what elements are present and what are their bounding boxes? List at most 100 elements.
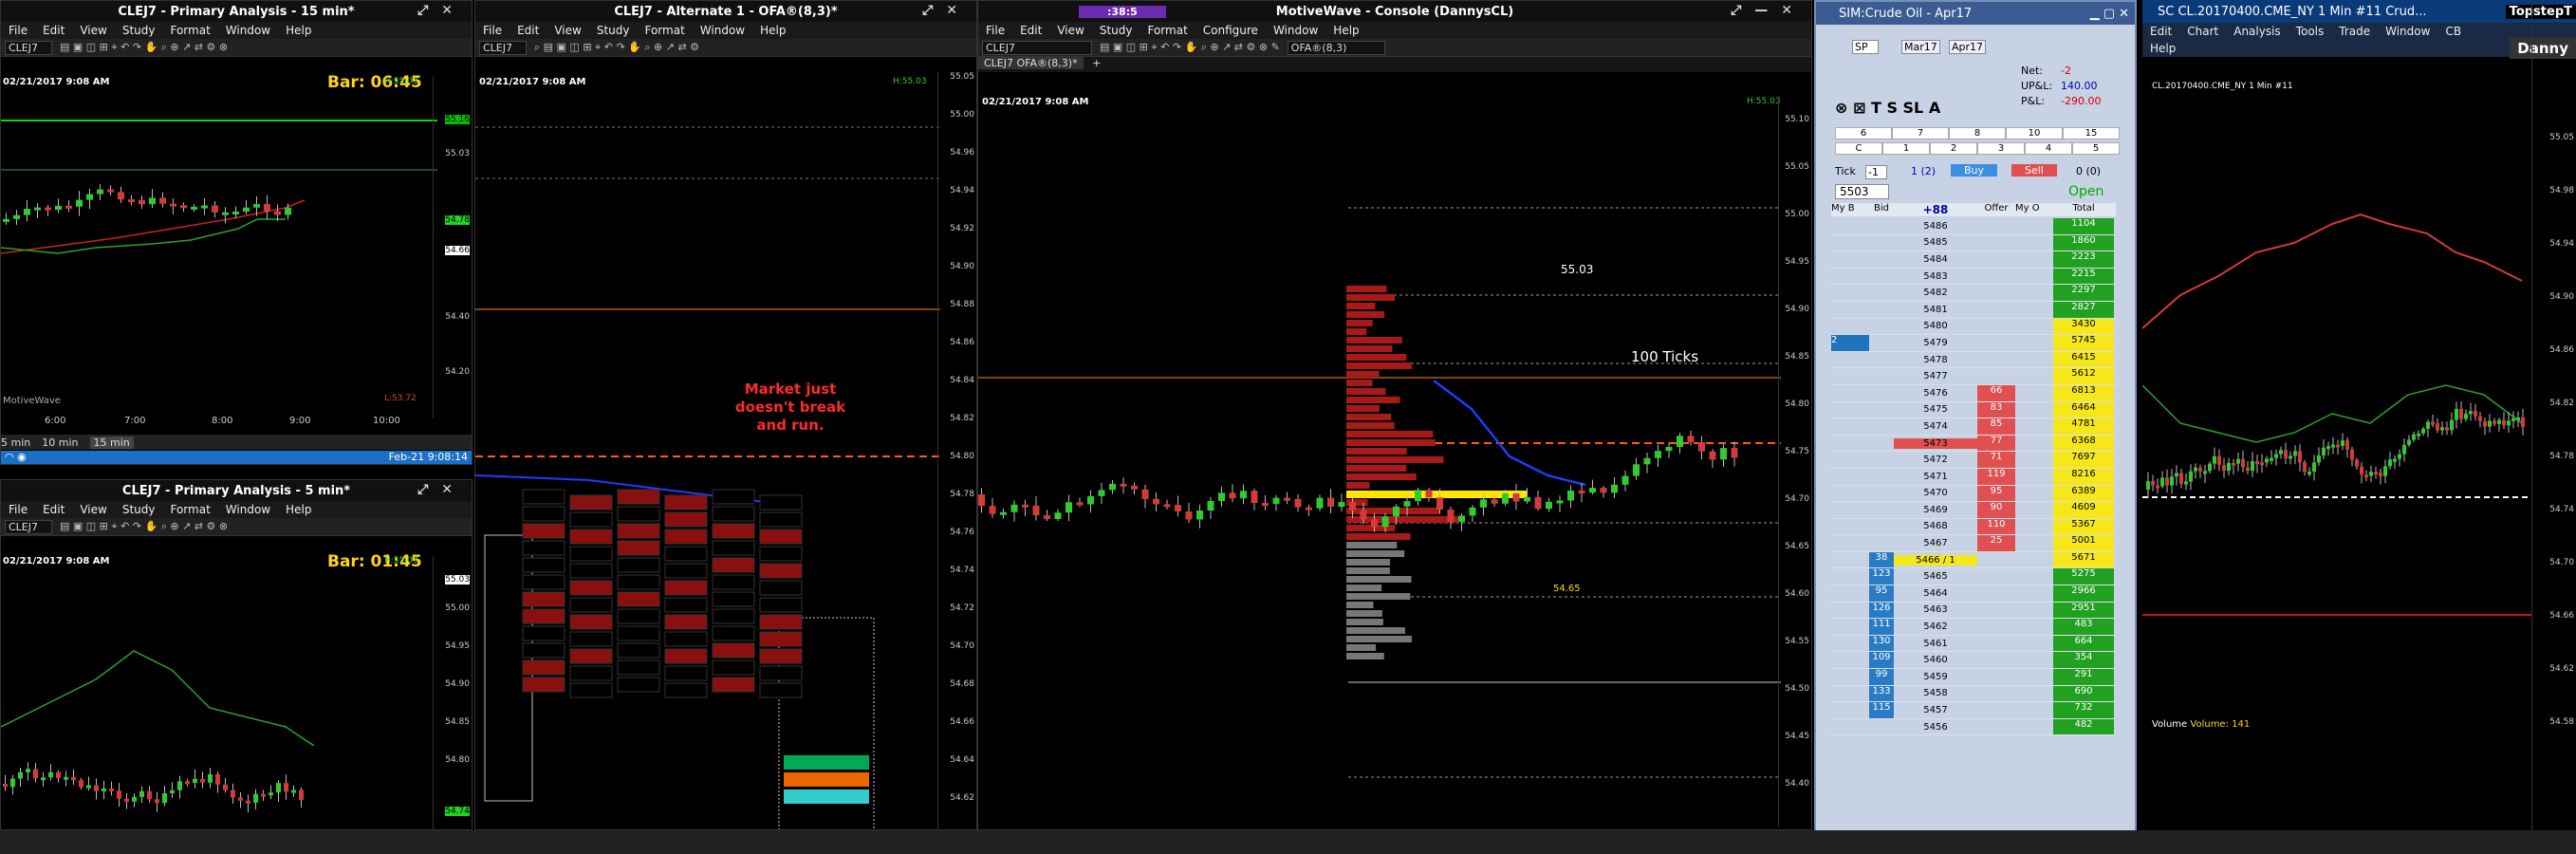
- ladder-cell[interactable]: 5745: [2053, 335, 2114, 351]
- ladder-cell[interactable]: [1869, 235, 1894, 251]
- ladder-row[interactable]: 99 5459 291: [1831, 669, 2116, 686]
- ladder-cell[interactable]: [1977, 585, 2015, 602]
- window-controls[interactable]: ⤢✕: [417, 3, 466, 18]
- ladder-cell[interactable]: [1977, 652, 2015, 668]
- ladder-cell[interactable]: 354: [2053, 652, 2114, 669]
- ladder-cell[interactable]: 6464: [2053, 401, 2114, 418]
- ladder-cell[interactable]: [1869, 418, 1894, 435]
- ladder-cell[interactable]: [1869, 402, 1894, 418]
- ladder-row[interactable]: 5482 2297: [1831, 285, 2116, 302]
- ladder-cell[interactable]: 5472: [1894, 455, 1977, 465]
- ladder-cell[interactable]: [1977, 603, 2015, 619]
- ladder-cell[interactable]: 5485: [1894, 237, 1977, 248]
- ladder-row[interactable]: 5477 5612: [1831, 368, 2116, 385]
- ladder-cell[interactable]: [1869, 352, 1894, 368]
- qty-cell[interactable]: 1: [1882, 142, 1930, 155]
- ladder-row[interactable]: 5467 25 5001: [1831, 535, 2116, 552]
- ladder-cell[interactable]: [1831, 452, 1869, 468]
- ladder-cell[interactable]: 483: [2053, 619, 2114, 635]
- ladder-cell[interactable]: 6368: [2053, 435, 2114, 452]
- ladder-row[interactable]: 5485 1860: [1831, 234, 2116, 252]
- menu-window[interactable]: Window: [2385, 25, 2430, 38]
- ladder-cell[interactable]: 1860: [2053, 234, 2114, 251]
- ladder-cell[interactable]: 5456: [1894, 722, 1977, 733]
- ladder-row[interactable]: 5478 6415: [1831, 351, 2116, 369]
- ladder-cell[interactable]: [1869, 519, 1894, 535]
- menu-view[interactable]: View: [80, 24, 106, 37]
- ladder-cell[interactable]: [1977, 251, 2015, 268]
- ladder-row[interactable]: 5473 77 6368: [1831, 435, 2116, 453]
- qty-cell[interactable]: 10: [2006, 127, 2063, 139]
- ladder-cell[interactable]: 38: [1869, 551, 1894, 568]
- qty-cell[interactable]: 5: [2072, 142, 2120, 155]
- menu-study[interactable]: Study: [1100, 24, 1133, 37]
- ladder-cell[interactable]: [1977, 568, 2015, 585]
- ladder-cell[interactable]: [1977, 636, 2015, 652]
- menu-edit[interactable]: Edit: [2150, 25, 2172, 38]
- console-chart[interactable]: [978, 96, 1781, 826]
- menu-study[interactable]: Study: [122, 24, 156, 37]
- menu-help[interactable]: Help: [286, 503, 311, 516]
- ladder-cell[interactable]: [1831, 352, 1869, 368]
- ladder-row[interactable]: 5484 2223: [1831, 251, 2116, 269]
- qty-cell[interactable]: 8: [1949, 127, 2006, 139]
- toolbar-icons[interactable]: ▤ ▣ ◫ ⊞ ⌖ ↶ ↷ ✋ ⌕ ⊕ ↗ ⇄ ⚙ ⊗: [60, 520, 228, 533]
- ladder-cell[interactable]: [1977, 218, 2015, 234]
- ladder-cell[interactable]: [1869, 251, 1894, 268]
- ladder-cell[interactable]: [1831, 552, 1869, 568]
- window-controls[interactable]: ▁ ▢ ✕: [2090, 7, 2129, 21]
- ladder-cell[interactable]: 6415: [2053, 351, 2114, 368]
- ladder-cell[interactable]: 5468: [1894, 521, 1977, 531]
- ladder-cell[interactable]: [1831, 652, 1869, 668]
- window-controls[interactable]: ⤢✕: [922, 3, 971, 18]
- tick-stepper[interactable]: -1: [1865, 165, 1887, 179]
- ladder-cell[interactable]: 5483: [1894, 271, 1977, 282]
- ladder-cell[interactable]: 5460: [1894, 655, 1977, 665]
- ladder-cell[interactable]: 110: [1977, 518, 2015, 535]
- menu-view[interactable]: View: [554, 24, 581, 37]
- qty-cell[interactable]: C: [1835, 142, 1882, 155]
- ladder-cell[interactable]: [1977, 552, 2015, 568]
- ofa-chart[interactable]: [475, 72, 940, 830]
- ladder-cell[interactable]: [1831, 469, 1869, 485]
- ladder-cell[interactable]: 5466 / 1: [1894, 554, 1977, 566]
- chart-tab[interactable]: CLEJ7 OFA®(8,3)*: [978, 57, 1084, 69]
- ladder-cell[interactable]: 2215: [2053, 268, 2114, 285]
- symbol-select[interactable]: CLEJ7: [982, 40, 1093, 55]
- ladder-cell[interactable]: 5458: [1894, 688, 1977, 698]
- chart-15min[interactable]: [1, 77, 437, 409]
- ladder-cell[interactable]: [1831, 519, 1869, 535]
- ladder-row[interactable]: 5483 2215: [1831, 268, 2116, 286]
- ladder-cell[interactable]: [1977, 335, 2015, 351]
- menu-window[interactable]: Window: [226, 503, 270, 516]
- qty-cell[interactable]: 7: [1892, 127, 1949, 139]
- ladder-cell[interactable]: [1869, 385, 1894, 401]
- ladder-row[interactable]: 123 5465 5275: [1831, 568, 2116, 586]
- ladder-cell[interactable]: 5367: [2053, 518, 2114, 535]
- ladder-cell[interactable]: 5478: [1894, 355, 1977, 365]
- ladder-cell[interactable]: [1977, 319, 2015, 335]
- menu-window[interactable]: Window: [700, 24, 745, 37]
- ladder-cell[interactable]: 5461: [1894, 639, 1977, 649]
- qty-cell[interactable]: 6: [1835, 127, 1892, 139]
- symbol-select[interactable]: CLEJ7: [5, 519, 53, 534]
- ladder-cell[interactable]: 5479: [1894, 338, 1977, 348]
- menu-file[interactable]: File: [986, 24, 1005, 37]
- ladder-cell[interactable]: [1831, 719, 1869, 735]
- ladder-row[interactable]: 5474 85 4781: [1831, 418, 2116, 436]
- ladder-cell[interactable]: 90: [1977, 502, 2015, 518]
- ladder-cell[interactable]: 8216: [2053, 468, 2114, 485]
- contract-mar17[interactable]: Mar17: [1901, 40, 1940, 54]
- ladder-cell[interactable]: [1869, 319, 1894, 335]
- ladder-cell[interactable]: 5462: [1894, 622, 1977, 632]
- qty-cell[interactable]: 15: [2063, 127, 2120, 139]
- ladder-cell[interactable]: [1977, 719, 2015, 735]
- ladder-cell[interactable]: 5481: [1894, 305, 1977, 315]
- ladder-row[interactable]: 5470 95 6389: [1831, 485, 2116, 503]
- interval-10min[interactable]: 10 min: [42, 436, 78, 449]
- ladder-row[interactable]: 5468 110 5367: [1831, 518, 2116, 536]
- menu-view[interactable]: View: [80, 503, 106, 516]
- window-controls[interactable]: ⤢✕: [417, 482, 466, 497]
- open-button[interactable]: Open: [2068, 184, 2103, 199]
- ladder-cell[interactable]: 5476: [1894, 388, 1977, 399]
